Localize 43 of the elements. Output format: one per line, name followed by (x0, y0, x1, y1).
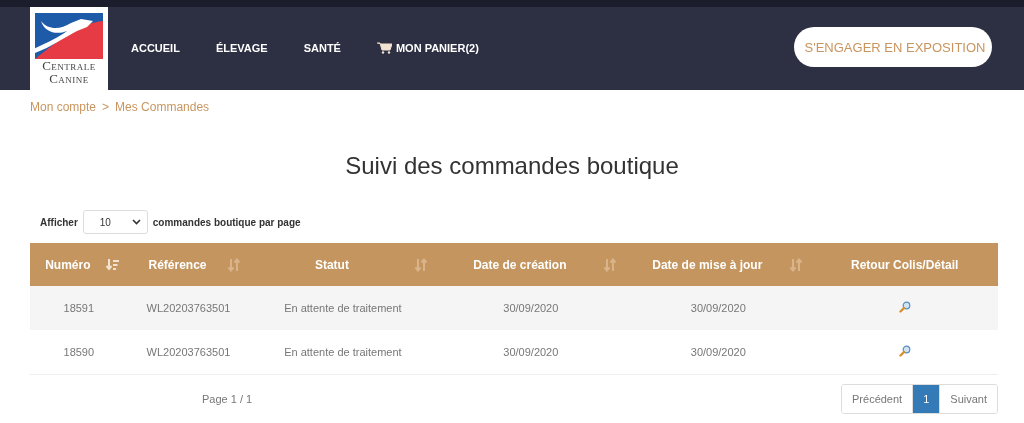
column-header[interactable]: Statut (249, 243, 437, 286)
table-cell: En attente de traitement (284, 346, 402, 358)
nav-link[interactable]: MON PANIER(2) (395, 42, 479, 54)
sort-descending-icon[interactable] (105, 257, 120, 272)
table-cell: WL20203763501 (146, 302, 231, 314)
page-size-label: Afficher (40, 216, 78, 228)
logo-text: Centrale Canine (42, 59, 96, 85)
magnifier-icon[interactable] (898, 301, 911, 313)
table-cell: 30/09/2020 (690, 346, 746, 358)
table-cell: En attente de traitement (284, 302, 402, 314)
page-size-select[interactable]: 10 (82, 210, 148, 234)
breadcrumb-link[interactable]: Mes Commandes (115, 100, 210, 114)
table-cell: WL20203763501 (146, 346, 231, 358)
breadcrumb-separator: > (102, 100, 110, 114)
column-header[interactable]: Date de mise à jour (625, 243, 812, 286)
nav-link[interactable]: SANTÉ (303, 42, 341, 54)
table-cell: 30/09/2020 (503, 346, 559, 358)
table-cell: 30/09/2020 (690, 302, 746, 314)
pagination-button[interactable]: 1 (912, 385, 940, 413)
breadcrumb-link[interactable]: Mon compte (30, 100, 97, 114)
sort-icon[interactable] (789, 257, 804, 272)
table-cell: 30/09/2020 (503, 302, 559, 314)
column-header[interactable]: Numéro (30, 243, 128, 286)
sort-icon[interactable] (414, 257, 429, 272)
column-header[interactable]: Référence (127, 243, 250, 286)
magnifier-icon[interactable] (898, 345, 911, 357)
page-title: Suivi des commandes boutique (344, 152, 680, 180)
chevron-down-icon (131, 219, 141, 225)
pagination-button[interactable]: Suivant (939, 385, 997, 413)
table-cell: 18591 (63, 302, 95, 314)
column-header[interactable]: Date de création (436, 243, 626, 286)
nav-link[interactable]: ÉLEVAGE (215, 42, 268, 54)
logo[interactable]: Centrale Canine (30, 7, 108, 90)
exhibition-button[interactable]: S'ENGAGER EN EXPOSITION (794, 27, 992, 67)
nav-link[interactable]: ACCUEIL (131, 42, 180, 54)
cart-icon (376, 42, 392, 54)
page-info: Page 1 / 1 (202, 393, 253, 405)
column-header[interactable]: Retour Colis/Détail (811, 243, 998, 286)
logo-emblem-icon (35, 13, 103, 59)
sort-icon[interactable] (227, 257, 242, 272)
page-size-label: commandes boutique par page (152, 216, 301, 228)
sort-icon[interactable] (603, 257, 618, 272)
table-cell: 18590 (63, 346, 95, 358)
